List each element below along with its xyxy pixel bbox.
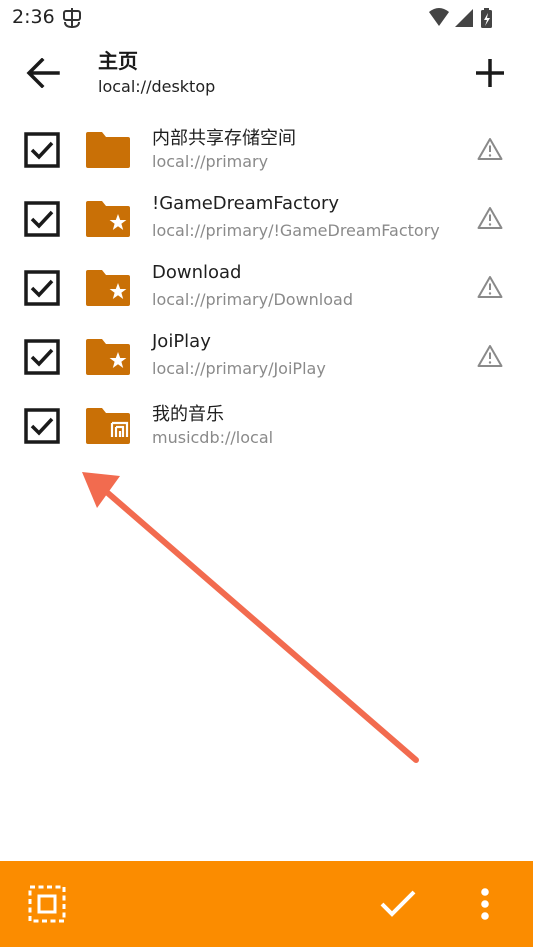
list-item[interactable]: JoiPlay local://primary/JoiPlay [0, 321, 533, 390]
item-path: musicdb://local [152, 428, 274, 447]
folder-icon [86, 132, 130, 168]
arrow-left-icon [26, 58, 60, 88]
item-name: Download [152, 262, 242, 283]
list-item[interactable]: 内部共享存储空间 local://primary [0, 114, 533, 183]
item-path: local://primary [152, 152, 269, 171]
checkbox[interactable] [24, 132, 60, 168]
check-icon [380, 890, 416, 917]
checkbox[interactable] [24, 270, 60, 306]
select-all-button[interactable] [25, 882, 69, 926]
confirm-button[interactable] [376, 882, 420, 926]
item-name: !GameDreamFactory [152, 193, 340, 214]
add-button[interactable] [467, 50, 513, 96]
page-title: 主页 [98, 49, 138, 73]
page-subtitle: local://desktop [98, 77, 216, 96]
item-name: 我的音乐 [152, 404, 224, 425]
music-folder-icon [86, 408, 130, 444]
warning-icon[interactable] [477, 344, 503, 368]
wifi-icon [429, 8, 449, 26]
item-name: JoiPlay [152, 331, 211, 352]
star-folder-icon [86, 339, 130, 375]
item-path: local://primary/!GameDreamFactory [152, 221, 440, 240]
checkbox[interactable] [24, 408, 60, 444]
status-time: 2:36 [12, 6, 55, 28]
checkbox[interactable] [24, 339, 60, 375]
warning-icon[interactable] [477, 137, 503, 161]
more-options-button[interactable] [463, 882, 507, 926]
plus-icon [476, 59, 504, 87]
list-item[interactable]: 我的音乐 musicdb://local [0, 390, 533, 459]
status-bar: 2:36 [0, 0, 533, 36]
bug-icon [62, 8, 82, 32]
warning-icon[interactable] [477, 206, 503, 230]
item-path: local://primary/Download [152, 290, 353, 309]
location-list: 内部共享存储空间 local://primary !GameDreamFacto… [0, 114, 533, 459]
select-all-icon [28, 885, 66, 923]
status-icons [427, 7, 495, 29]
item-path: local://primary/JoiPlay [152, 359, 326, 378]
warning-icon[interactable] [477, 275, 503, 299]
star-folder-icon [86, 201, 130, 237]
list-item[interactable]: Download local://primary/Download [0, 252, 533, 321]
star-folder-icon [86, 270, 130, 306]
back-button[interactable] [20, 50, 66, 96]
battery-charging-icon [481, 8, 492, 28]
bottom-action-bar [0, 861, 533, 947]
item-name: 内部共享存储空间 [152, 128, 296, 149]
checkbox[interactable] [24, 201, 60, 237]
more-vertical-icon [481, 888, 489, 920]
list-item[interactable]: !GameDreamFactory local://primary/!GameD… [0, 183, 533, 252]
cell-signal-icon [455, 9, 473, 27]
app-bar: 主页 local://desktop [0, 36, 533, 112]
